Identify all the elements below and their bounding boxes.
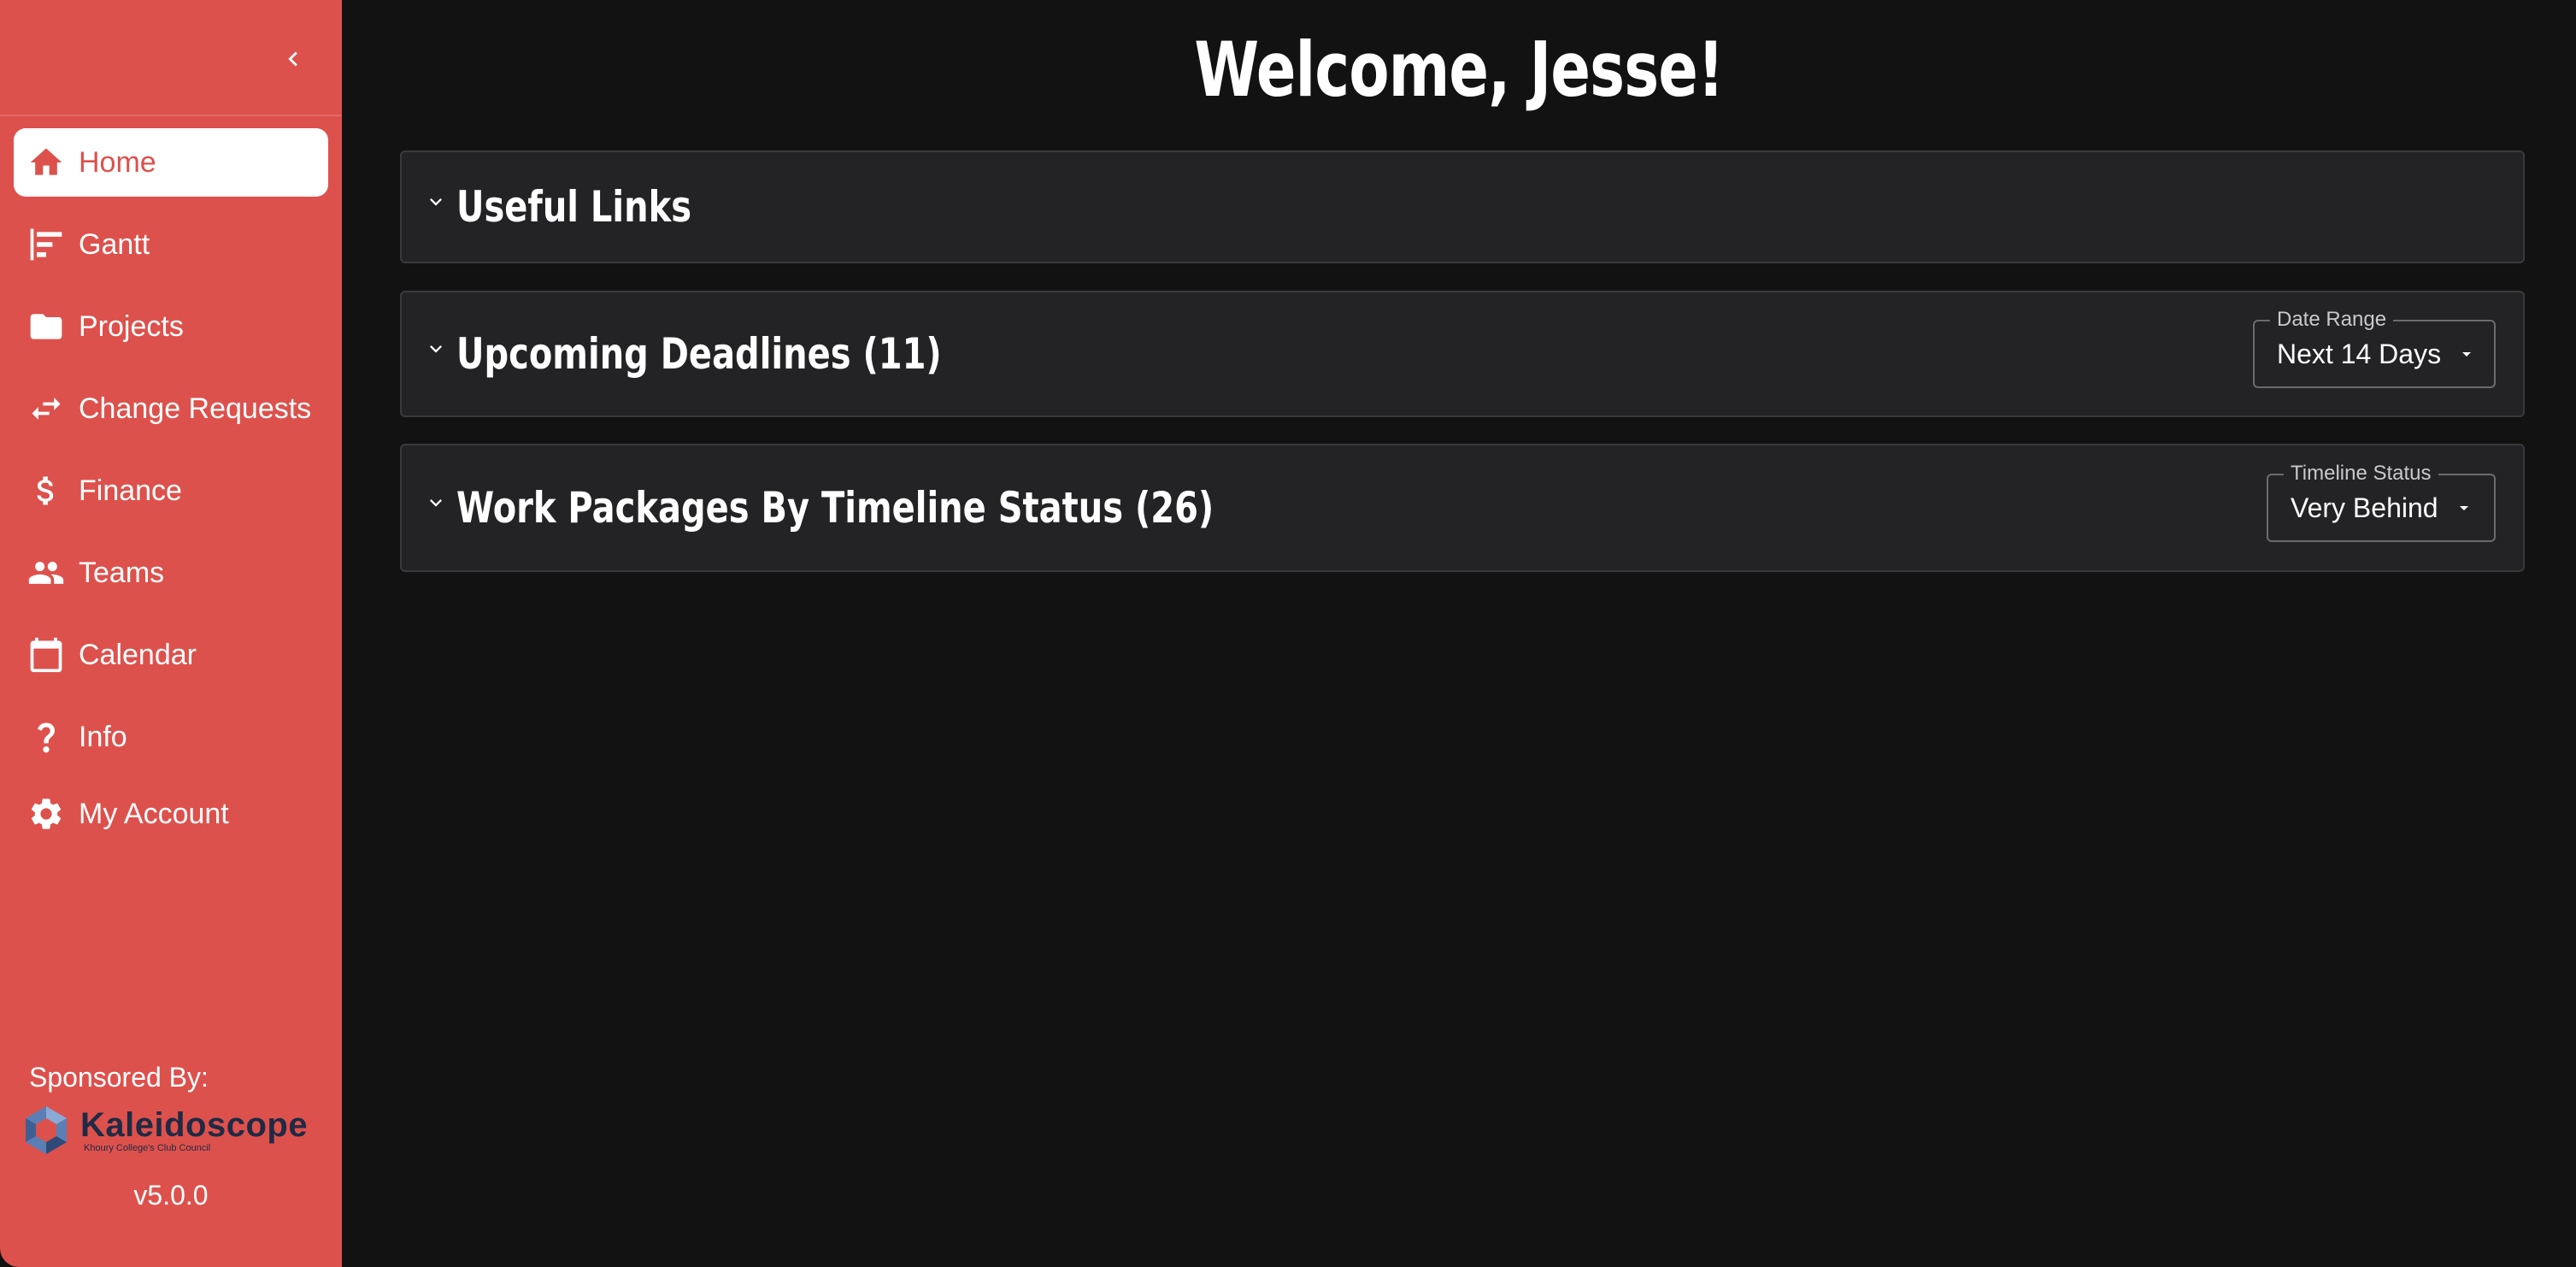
sidebar-item-gantt[interactable]: Gantt	[14, 210, 328, 279]
sidebar-item-change-requests[interactable]: Change Requests	[14, 374, 328, 443]
folder-icon	[26, 306, 67, 347]
useful-links-accordion[interactable]: Useful Links	[400, 150, 2525, 263]
sidebar-item-label: Finance	[79, 474, 182, 507]
caret-down-icon	[2454, 498, 2474, 518]
upcoming-deadlines-accordion[interactable]: Upcoming Deadlines (11) Date Range Next …	[400, 291, 2525, 417]
sidebar-item-my-account[interactable]: My Account	[14, 780, 328, 848]
sidebar-item-label: Change Requests	[79, 392, 312, 425]
main-content: Welcome, Jesse! Useful Links Upcoming De…	[342, 0, 2576, 1267]
sidebar-item-label: Home	[79, 145, 156, 179]
gantt-icon	[26, 224, 67, 265]
sidebar-item-label: Gantt	[79, 227, 150, 261]
sidebar-item-label: Calendar	[79, 638, 197, 671]
kaleidoscope-logo-icon	[26, 1106, 67, 1154]
sidebar-divider	[0, 115, 342, 116]
timeline-status-select[interactable]: Timeline Status Very Behind	[2267, 462, 2496, 542]
section-title: Upcoming Deadlines (11)	[456, 329, 942, 379]
caret-down-icon	[2456, 344, 2477, 364]
collapse-sidebar-button[interactable]	[272, 38, 315, 80]
sidebar-item-label: My Account	[79, 797, 229, 830]
app-root: Home Gantt Projects Change Requests Fina…	[0, 0, 2576, 1267]
sidebar: Home Gantt Projects Change Requests Fina…	[0, 0, 342, 1267]
chevron-down-icon[interactable]	[424, 337, 448, 361]
select-label: Date Range	[2270, 308, 2394, 332]
sponsor-logo[interactable]: Kaleidoscope Khoury College's Club Counc…	[19, 1103, 308, 1158]
chevron-down-icon[interactable]	[424, 491, 448, 515]
calendar-icon	[26, 634, 67, 675]
question-icon	[26, 716, 67, 757]
people-icon	[26, 552, 67, 593]
sponsor-label: Sponsored By:	[29, 1062, 209, 1093]
version-label: v5.0.0	[133, 1180, 209, 1211]
gear-icon	[26, 793, 67, 834]
sidebar-item-finance[interactable]: Finance	[14, 457, 328, 525]
page-title: Welcome, Jesse!	[1194, 26, 1724, 114]
work-packages-accordion[interactable]: Work Packages By Timeline Status (26) Ti…	[400, 444, 2525, 572]
sidebar-item-label: Info	[79, 720, 127, 753]
chevron-down-icon[interactable]	[424, 190, 448, 214]
select-value: Very Behind	[2291, 492, 2438, 523]
section-title: Useful Links	[456, 182, 692, 232]
sidebar-item-info[interactable]: Info	[14, 703, 328, 771]
dollar-icon	[26, 470, 67, 511]
sidebar-nav: Home Gantt Projects Change Requests Fina…	[0, 128, 342, 862]
section-title: Work Packages By Timeline Status (26)	[456, 483, 1214, 533]
sidebar-item-teams[interactable]: Teams	[14, 539, 328, 607]
sponsor-subtitle: Khoury College's Club Council	[84, 1143, 211, 1153]
sidebar-item-home[interactable]: Home	[14, 128, 328, 197]
select-value: Next 14 Days	[2277, 338, 2442, 369]
select-label: Timeline Status	[2284, 462, 2438, 486]
sidebar-item-calendar[interactable]: Calendar	[14, 621, 328, 689]
date-range-select[interactable]: Date Range Next 14 Days	[2253, 308, 2496, 388]
sponsor-name: Kaleidoscope	[80, 1106, 309, 1144]
sidebar-item-projects[interactable]: Projects	[14, 292, 328, 361]
chevron-left-icon	[288, 51, 297, 67]
sidebar-item-label: Teams	[79, 556, 165, 589]
sidebar-item-label: Projects	[79, 309, 184, 343]
home-icon	[26, 142, 67, 183]
swap-arrows-icon	[26, 388, 67, 429]
